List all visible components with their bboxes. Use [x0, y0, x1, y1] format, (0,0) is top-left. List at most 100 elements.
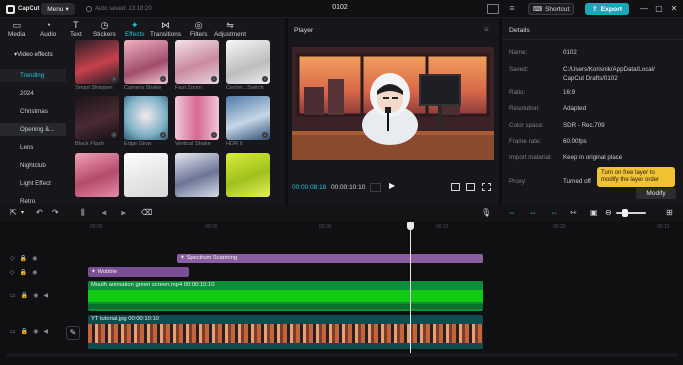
split-icon[interactable]: ⫼: [81, 208, 85, 218]
export-icon: ⇪: [591, 6, 598, 13]
zoom-slider[interactable]: [616, 212, 646, 214]
menu-button[interactable]: Menu ▾: [41, 3, 75, 15]
preview-axis-icon[interactable]: ⇔: [550, 208, 558, 218]
minimize-icon[interactable]: —: [639, 4, 649, 14]
settings-menu-icon[interactable]: ≡: [506, 4, 518, 14]
video-preview[interactable]: [292, 47, 494, 160]
eye-icon[interactable]: ◉: [33, 328, 38, 335]
shortcut-button[interactable]: ⌨ Shortcut: [528, 3, 574, 15]
text-icon: T: [73, 20, 79, 30]
audio-icon: ◔: [45, 20, 51, 30]
effect-clip-spectrum[interactable]: ✦ Spectrum Scanning: [177, 254, 483, 263]
snap-icon[interactable]: ⇔: [529, 208, 537, 218]
layout-icon[interactable]: [487, 4, 499, 14]
detail-value: C:/Users/Korisnik/AppData/Local/: [563, 66, 655, 73]
tab-audio[interactable]: ◔ Audio: [40, 20, 56, 40]
microphone-icon[interactable]: 🎙: [481, 208, 491, 218]
effect-thumbnail[interactable]: [124, 153, 168, 197]
track-type-icon: ▭: [10, 293, 16, 299]
time-tick: 00:00: [319, 224, 332, 230]
link-icon[interactable]: ⇔: [508, 208, 516, 218]
capcut-logo-icon: [6, 4, 15, 14]
effect-thumbnail[interactable]: [75, 153, 119, 197]
split-left-icon[interactable]: ⫷: [102, 208, 107, 218]
timeline-scrollbar[interactable]: [6, 353, 678, 357]
tab-text[interactable]: T Text: [70, 20, 82, 40]
tab-filters[interactable]: ◎ Filters: [190, 20, 207, 40]
tab-adjustment[interactable]: ⇋ Adjustment: [214, 20, 246, 40]
category-video-effects[interactable]: ▾Video effects: [0, 48, 66, 61]
tab-stickers[interactable]: ◷ Stickers: [93, 20, 116, 40]
effect-thumbnail[interactable]: ↓: [175, 96, 219, 140]
category-lens[interactable]: Lens: [0, 141, 66, 154]
lock-icon[interactable]: 🔒: [21, 328, 28, 335]
speaker-icon[interactable]: ◀: [43, 292, 48, 299]
category-opening[interactable]: Opening &...: [0, 123, 66, 136]
effect-thumbnail[interactable]: ↓: [226, 96, 270, 140]
tab-media[interactable]: ▭ Media: [8, 20, 25, 40]
undo-icon[interactable]: ↶: [36, 208, 43, 218]
video-clip-yt[interactable]: YT tutorial.jpg 00:00:10:10: [88, 315, 483, 349]
maximize-icon[interactable]: ▢: [654, 4, 664, 14]
effect-thumbnail[interactable]: [226, 153, 270, 197]
category-2024[interactable]: 2024: [0, 87, 66, 100]
effect-thumbnail[interactable]: ↓: [175, 40, 219, 84]
eye-icon[interactable]: ◉: [32, 255, 37, 262]
lock-icon[interactable]: 🔒: [20, 255, 27, 262]
download-icon: ↓: [211, 132, 217, 138]
clip-thumbnails: [88, 290, 483, 302]
effect-thumbnail[interactable]: [175, 153, 219, 197]
delete-icon[interactable]: ⌫: [141, 208, 152, 218]
time-tick: 00:15: [436, 224, 449, 230]
chevron-down-icon[interactable]: ▾: [21, 208, 24, 218]
select-tool-icon[interactable]: ⇱: [10, 208, 17, 218]
clip-label: Mouth animation green screen.mp4 00:00:1…: [91, 282, 215, 288]
tab-effects[interactable]: ✦ Effects: [125, 20, 144, 40]
split-clip-icon[interactable]: ⇿: [570, 208, 577, 218]
chevron-down-icon: ▾: [65, 6, 69, 13]
ratio-icon[interactable]: [466, 183, 475, 191]
effect-thumbnail[interactable]: ↓: [124, 40, 168, 84]
effect-thumbnail[interactable]: ↓: [75, 96, 119, 140]
download-icon: ↓: [262, 76, 268, 82]
tab-transitions[interactable]: ⋈ Transitions: [150, 20, 181, 40]
track-type-icon: ▭: [10, 329, 16, 335]
detail-key: Name:: [509, 49, 528, 56]
grid-icon[interactable]: [370, 183, 381, 192]
menu-icon[interactable]: ≡: [484, 25, 489, 34]
close-icon[interactable]: ✕: [669, 4, 679, 14]
speaker-icon[interactable]: ◀: [43, 328, 48, 335]
playhead[interactable]: [410, 226, 411, 353]
category-trending[interactable]: Trending: [0, 69, 66, 82]
crop-icon[interactable]: [451, 183, 460, 191]
effect-thumbnail[interactable]: ↓: [226, 40, 270, 84]
category-light-effect[interactable]: Light Effect: [0, 177, 66, 190]
category-christmas[interactable]: Christmas: [0, 105, 66, 118]
caption-icon[interactable]: ▣: [590, 208, 598, 218]
timeline-ruler[interactable]: [88, 222, 683, 232]
split-right-icon[interactable]: ⫸: [121, 208, 126, 218]
edit-cover-button[interactable]: ✎: [66, 326, 80, 340]
zoom-out-icon[interactable]: ⊖: [605, 208, 612, 218]
lock-icon[interactable]: 🔒: [21, 292, 28, 299]
modify-button[interactable]: Modify: [636, 188, 676, 199]
download-icon: ↓: [160, 132, 166, 138]
play-icon[interactable]: ▶: [389, 181, 395, 190]
eye-icon[interactable]: ◉: [33, 292, 38, 299]
detail-value: Adapted: [563, 105, 587, 112]
redo-icon[interactable]: ↷: [52, 208, 59, 218]
eye-icon[interactable]: ◉: [32, 269, 37, 276]
lock-icon[interactable]: 🔒: [20, 269, 27, 276]
pencil-icon: ✎: [69, 328, 77, 337]
zoom-slider-handle[interactable]: [622, 209, 628, 217]
effect-clip-wobble[interactable]: ✦ Wobble: [88, 267, 189, 277]
export-button[interactable]: ⇪ Export: [585, 3, 629, 15]
category-nightclub[interactable]: Nightclub: [0, 159, 66, 172]
video-clip-mouth[interactable]: Mouth animation green screen.mp4 00:00:1…: [88, 281, 483, 311]
fullscreen-icon[interactable]: [482, 183, 491, 191]
app-name: CapCut: [18, 6, 40, 12]
fit-icon[interactable]: ⊞: [666, 208, 673, 218]
effect-thumbnail[interactable]: ↓: [75, 40, 119, 84]
detail-value: 16:9: [563, 89, 576, 96]
effect-thumbnail[interactable]: ↓: [124, 96, 168, 140]
